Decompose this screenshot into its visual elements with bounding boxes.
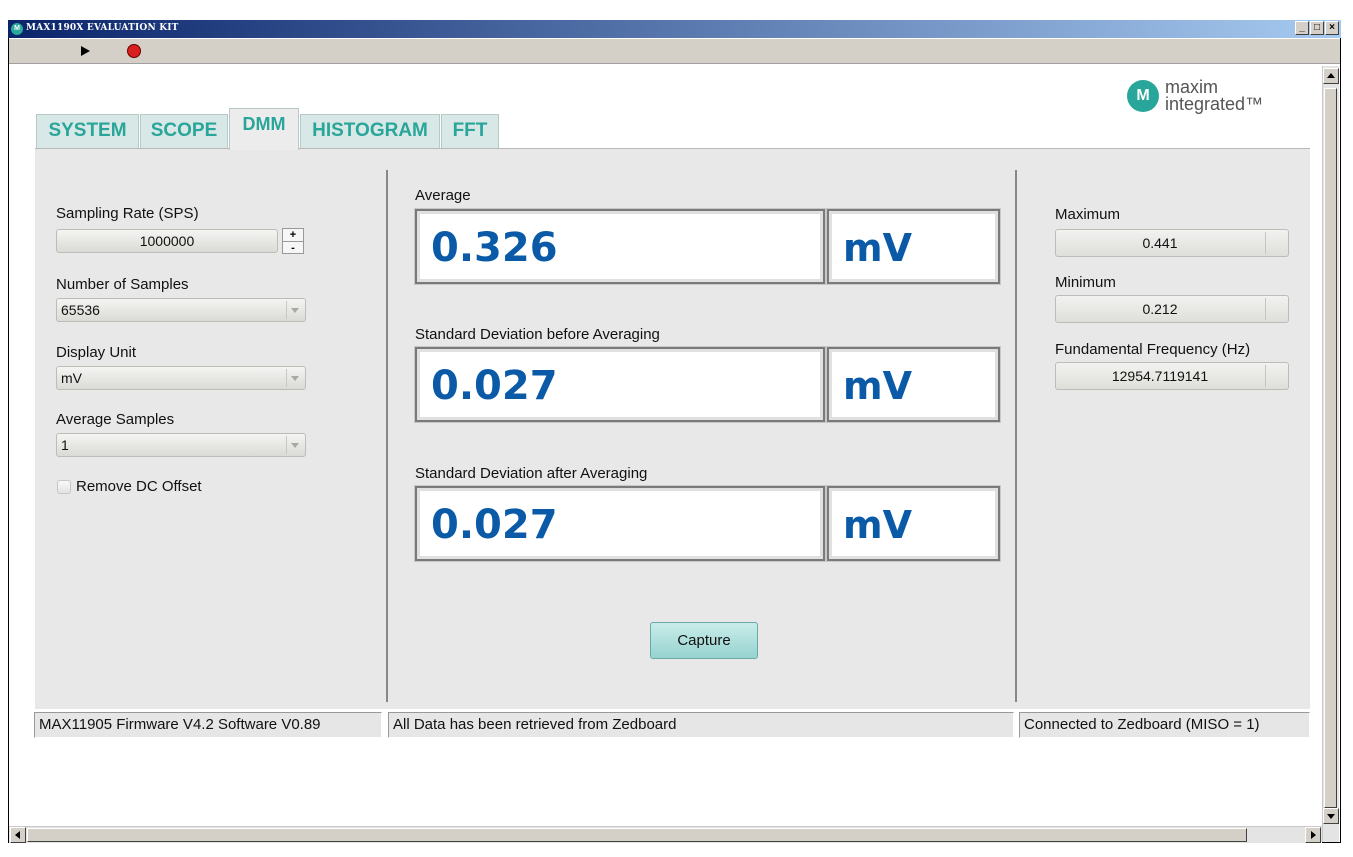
- average-label: Average: [415, 187, 471, 204]
- minimum-value: 0.212: [1142, 301, 1178, 317]
- average-samples-value: 1: [61, 437, 69, 453]
- window-title: MAX1190X EVALUATION KIT: [26, 23, 179, 33]
- vertical-scroll-thumb[interactable]: [1324, 88, 1337, 808]
- divider-right: [1015, 170, 1017, 702]
- minimize-button[interactable]: _: [1295, 21, 1309, 35]
- average-value-display: 0.326: [415, 209, 825, 284]
- run-button[interactable]: [77, 42, 95, 60]
- samples-select[interactable]: 65536: [56, 298, 306, 322]
- minimum-value-field: 0.212: [1055, 295, 1289, 323]
- status-version: MAX11905 Firmware V4.2 Software V0.89: [34, 712, 382, 738]
- sampling-rate-input[interactable]: 1000000: [56, 229, 278, 253]
- vertical-scrollbar[interactable]: [1322, 66, 1339, 842]
- maximum-label: Maximum: [1055, 206, 1121, 223]
- samples-label: Number of Samples: [56, 276, 189, 293]
- std-after-label: Standard Deviation after Averaging: [415, 465, 648, 482]
- fundamental-frequency-label: Fundamental Frequency (Hz): [1055, 341, 1251, 358]
- fundamental-frequency-field: 12954.7119141: [1055, 362, 1289, 390]
- tab-dmm[interactable]: DMM: [229, 108, 299, 150]
- tab-scope[interactable]: SCOPE: [140, 114, 228, 148]
- scroll-down-button[interactable]: [1323, 808, 1339, 824]
- std-before-label: Standard Deviation before Averaging: [415, 326, 660, 343]
- average-samples-select[interactable]: 1: [56, 433, 306, 457]
- maxim-logo-text: maxim integrated™: [1165, 78, 1264, 114]
- close-button[interactable]: ×: [1325, 21, 1339, 35]
- stop-button[interactable]: [125, 42, 143, 60]
- app-logo-icon: M: [11, 23, 23, 35]
- minimum-label: Minimum: [1055, 274, 1116, 291]
- run-arrow-icon: [81, 46, 90, 56]
- remove-dc-label: Remove DC Offset: [76, 478, 202, 495]
- title-bar: M MAX1190X EVALUATION KIT _ □ ×: [8, 20, 1341, 38]
- display-unit-select[interactable]: mV: [56, 366, 306, 390]
- average-samples-label: Average Samples: [56, 411, 175, 428]
- display-unit-value: mV: [61, 370, 82, 386]
- std-before-value-display: 0.027: [415, 347, 825, 422]
- maximize-button[interactable]: □: [1310, 21, 1324, 35]
- toolbar: [9, 39, 1340, 64]
- logo-line-2: integrated™: [1165, 94, 1264, 114]
- arrow-right-icon: [1311, 831, 1316, 839]
- sampling-rate-label: Sampling Rate (SPS): [56, 205, 199, 222]
- stop-icon: [127, 44, 141, 58]
- scroll-left-button[interactable]: [10, 827, 26, 843]
- maximum-value-field: 0.441: [1055, 229, 1289, 257]
- fundamental-frequency-value: 12954.7119141: [1111, 368, 1209, 384]
- maxim-logo-mark: M: [1127, 80, 1159, 112]
- std-after-unit-display: mV: [827, 486, 1000, 561]
- increment-icon[interactable]: +: [283, 229, 303, 242]
- chevron-down-icon: [291, 443, 299, 448]
- maximum-value: 0.441: [1142, 235, 1178, 251]
- std-after-value-display: 0.027: [415, 486, 825, 561]
- capture-button[interactable]: Capture: [650, 622, 758, 659]
- horizontal-scrollbar[interactable]: [9, 826, 1322, 843]
- scroll-up-button[interactable]: [1323, 68, 1339, 84]
- horizontal-scroll-thumb[interactable]: [27, 828, 1247, 842]
- sampling-rate-stepper[interactable]: + -: [282, 228, 304, 254]
- arrow-left-icon: [15, 831, 20, 839]
- average-unit-display: mV: [827, 209, 1000, 284]
- display-unit-label: Display Unit: [56, 344, 137, 361]
- window-controls: _ □ ×: [1295, 21, 1339, 35]
- remove-dc-checkbox[interactable]: [57, 480, 71, 494]
- chevron-down-icon: [291, 308, 299, 313]
- decrement-icon[interactable]: -: [283, 242, 303, 254]
- tab-fft[interactable]: FFT: [441, 114, 499, 148]
- tab-system[interactable]: SYSTEM: [36, 114, 139, 148]
- chevron-down-icon: [291, 376, 299, 381]
- arrow-up-icon: [1327, 73, 1335, 78]
- scroll-right-button[interactable]: [1305, 827, 1321, 843]
- status-message: All Data has been retrieved from Zedboar…: [388, 712, 1014, 738]
- divider-left: [386, 170, 388, 702]
- tab-histogram[interactable]: HISTOGRAM: [300, 114, 440, 148]
- std-before-unit-display: mV: [827, 347, 1000, 422]
- arrow-down-icon: [1327, 814, 1335, 819]
- samples-value: 65536: [61, 302, 100, 318]
- status-connection: Connected to Zedboard (MISO = 1): [1019, 712, 1310, 738]
